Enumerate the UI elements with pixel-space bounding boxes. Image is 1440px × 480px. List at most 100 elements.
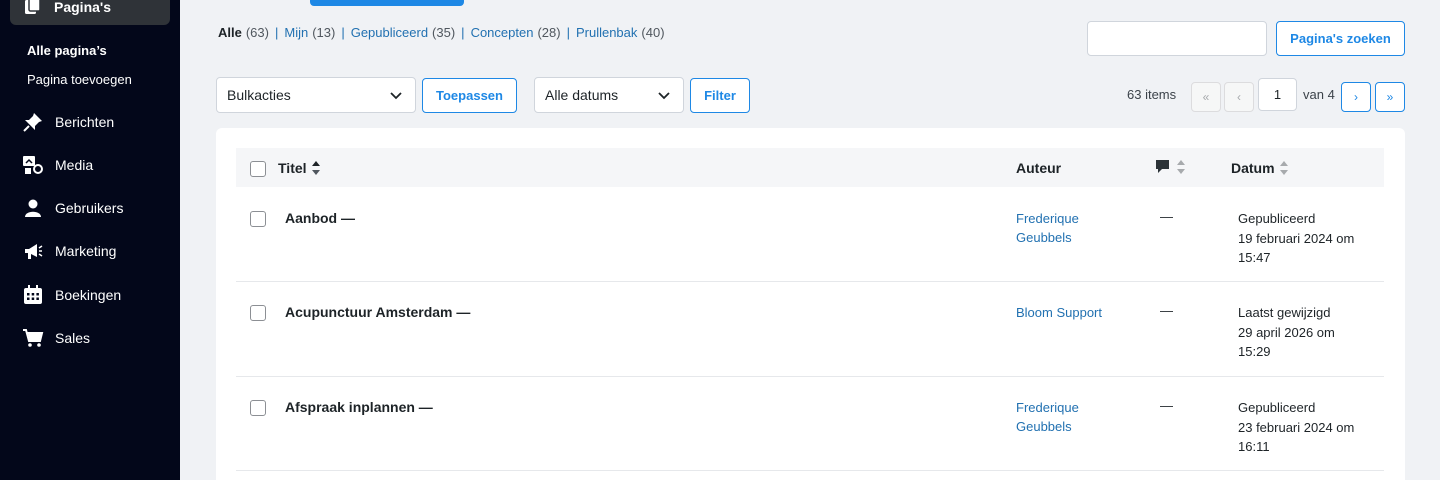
row-date: Gepubliceerd 19 februari 2024 om 15:47 bbox=[1238, 209, 1378, 268]
filter-trash[interactable]: Prullenbak bbox=[576, 25, 637, 40]
pages-table: Titel Auteur Datum Aanbod — Frederique G… bbox=[216, 128, 1405, 480]
chevron-down-icon bbox=[389, 88, 403, 105]
table-row: Aanbod — Frederique Geubbels — Gepublice… bbox=[236, 187, 1384, 282]
row-title-link[interactable]: Aanbod — bbox=[285, 210, 355, 226]
user-icon bbox=[22, 197, 44, 219]
row-date: Gepubliceerd 23 februari 2024 om 16:11 bbox=[1238, 398, 1378, 457]
sidebar-item-sales[interactable]: Sales bbox=[22, 327, 90, 349]
sidebar-item-label: Pagina's bbox=[54, 0, 112, 15]
sidebar-item-label: Boekingen bbox=[55, 287, 122, 303]
sidebar-item-users[interactable]: Gebruikers bbox=[22, 197, 123, 219]
items-count: 63 items bbox=[1127, 87, 1177, 102]
calendar-icon bbox=[22, 284, 44, 306]
first-page-button: « bbox=[1191, 82, 1221, 112]
row-checkbox[interactable] bbox=[250, 305, 266, 321]
row-checkbox[interactable] bbox=[250, 400, 266, 416]
author-name-line: Geubbels bbox=[1016, 230, 1072, 245]
total-pages: van 4 bbox=[1303, 87, 1335, 102]
comment-icon bbox=[1155, 159, 1170, 175]
sort-icon bbox=[1176, 159, 1186, 175]
bulk-actions-value: Bulkacties bbox=[227, 87, 291, 103]
submenu-add-page[interactable]: Pagina toevoegen bbox=[27, 72, 132, 87]
column-date-label: Datum bbox=[1231, 160, 1275, 176]
filter-separator: | bbox=[274, 25, 279, 40]
row-title-link[interactable]: Afspraak inplannen — bbox=[285, 399, 433, 415]
filter-all[interactable]: Alle bbox=[218, 25, 242, 40]
date-status: Gepubliceerd bbox=[1238, 211, 1316, 226]
row-checkbox[interactable] bbox=[250, 211, 266, 227]
author-name-line: Frederique bbox=[1016, 211, 1079, 226]
row-author-link[interactable]: Bloom Support bbox=[1016, 303, 1126, 322]
media-icon bbox=[22, 154, 44, 176]
row-title-link[interactable]: Acupunctuur Amsterdam — bbox=[285, 304, 470, 320]
column-title[interactable]: Titel bbox=[278, 160, 321, 176]
apply-button[interactable]: Toepassen bbox=[422, 78, 517, 113]
column-date[interactable]: Datum bbox=[1231, 160, 1289, 176]
date-status: Gepubliceerd bbox=[1238, 400, 1316, 415]
column-title-label: Titel bbox=[278, 160, 307, 176]
author-name-line: Bloom Support bbox=[1016, 305, 1102, 320]
prev-page-button: ‹ bbox=[1224, 82, 1254, 112]
sidebar-item-label: Marketing bbox=[55, 243, 117, 259]
table-header: Titel Auteur Datum bbox=[236, 148, 1384, 187]
search-pages-button[interactable]: Pagina's zoeken bbox=[1276, 21, 1405, 56]
row-comments: — bbox=[1160, 209, 1173, 224]
filter-mine-count: (13) bbox=[312, 25, 336, 40]
date-value: 29 april 2026 om bbox=[1238, 324, 1335, 340]
admin-sidebar: Pagina's Alle pagina’s Pagina toevoegen … bbox=[0, 0, 180, 480]
row-comments: — bbox=[1160, 303, 1173, 318]
filter-trash-count: (40) bbox=[641, 25, 665, 40]
sidebar-item-label: Media bbox=[55, 157, 94, 173]
date-status: Laatst gewijzigd bbox=[1238, 305, 1331, 320]
chevron-down-icon bbox=[657, 88, 671, 105]
filter-separator: | bbox=[461, 25, 465, 40]
column-author: Auteur bbox=[1016, 160, 1062, 176]
pages-icon bbox=[24, 0, 42, 17]
sidebar-item-pages[interactable]: Pagina's bbox=[10, 0, 170, 25]
date-filter-value: Alle datums bbox=[545, 87, 619, 103]
date-time: 15:47 bbox=[1238, 250, 1271, 265]
sidebar-item-label: Gebruikers bbox=[55, 200, 124, 216]
sidebar-item-label: Berichten bbox=[55, 114, 115, 130]
filter-button[interactable]: Filter bbox=[690, 78, 750, 113]
megaphone-icon bbox=[22, 240, 44, 262]
date-value: 19 februari 2024 om bbox=[1238, 230, 1355, 246]
row-author-link[interactable]: Frederique Geubbels bbox=[1016, 209, 1126, 247]
add-page-button[interactable] bbox=[310, 0, 464, 6]
filter-all-count: (63) bbox=[245, 25, 269, 40]
date-filter-select[interactable]: Alle datums bbox=[534, 77, 684, 113]
date-value: 23 februari 2024 om bbox=[1238, 419, 1355, 435]
filter-drafts-count: (28) bbox=[537, 25, 561, 40]
row-comments: — bbox=[1160, 398, 1173, 413]
pin-icon bbox=[22, 111, 44, 133]
sidebar-item-marketing[interactable]: Marketing bbox=[22, 240, 116, 262]
sidebar-item-posts[interactable]: Berichten bbox=[22, 111, 114, 133]
bulk-actions-select[interactable]: Bulkacties bbox=[216, 77, 416, 113]
sort-icon bbox=[311, 160, 321, 176]
filter-mine[interactable]: Mijn bbox=[284, 25, 308, 40]
date-time: 16:11 bbox=[1238, 439, 1270, 454]
table-row: Afspraak inplannen — Frederique Geubbels… bbox=[236, 377, 1384, 471]
sidebar-item-media[interactable]: Media bbox=[22, 154, 93, 176]
filter-published-count: (35) bbox=[432, 25, 456, 40]
sort-icon bbox=[1279, 160, 1289, 176]
status-filters: Alle (63) | Mijn (13) | Gepubliceerd (35… bbox=[218, 25, 665, 40]
author-name-line: Geubbels bbox=[1016, 419, 1072, 434]
submenu-all-pages[interactable]: Alle pagina’s bbox=[27, 43, 107, 58]
author-name-line: Frederique bbox=[1016, 400, 1079, 415]
last-page-button[interactable]: » bbox=[1375, 82, 1405, 112]
row-date: Laatst gewijzigd 29 april 2026 om 15:29 bbox=[1238, 303, 1378, 362]
date-time: 15:29 bbox=[1238, 344, 1271, 359]
column-comments[interactable] bbox=[1155, 159, 1186, 175]
filter-published[interactable]: Gepubliceerd bbox=[351, 25, 428, 40]
filter-drafts[interactable]: Concepten bbox=[471, 25, 534, 40]
row-author-link[interactable]: Frederique Geubbels bbox=[1016, 398, 1126, 436]
search-input[interactable] bbox=[1087, 21, 1267, 56]
next-page-button[interactable]: › bbox=[1341, 82, 1371, 112]
current-page-input[interactable]: 1 bbox=[1258, 78, 1297, 111]
filter-separator: | bbox=[566, 25, 570, 40]
cart-icon bbox=[22, 327, 44, 349]
table-row: Acupunctuur Amsterdam — Bloom Support — … bbox=[236, 282, 1384, 377]
select-all-checkbox[interactable] bbox=[250, 161, 266, 177]
sidebar-item-bookings[interactable]: Boekingen bbox=[22, 284, 121, 306]
